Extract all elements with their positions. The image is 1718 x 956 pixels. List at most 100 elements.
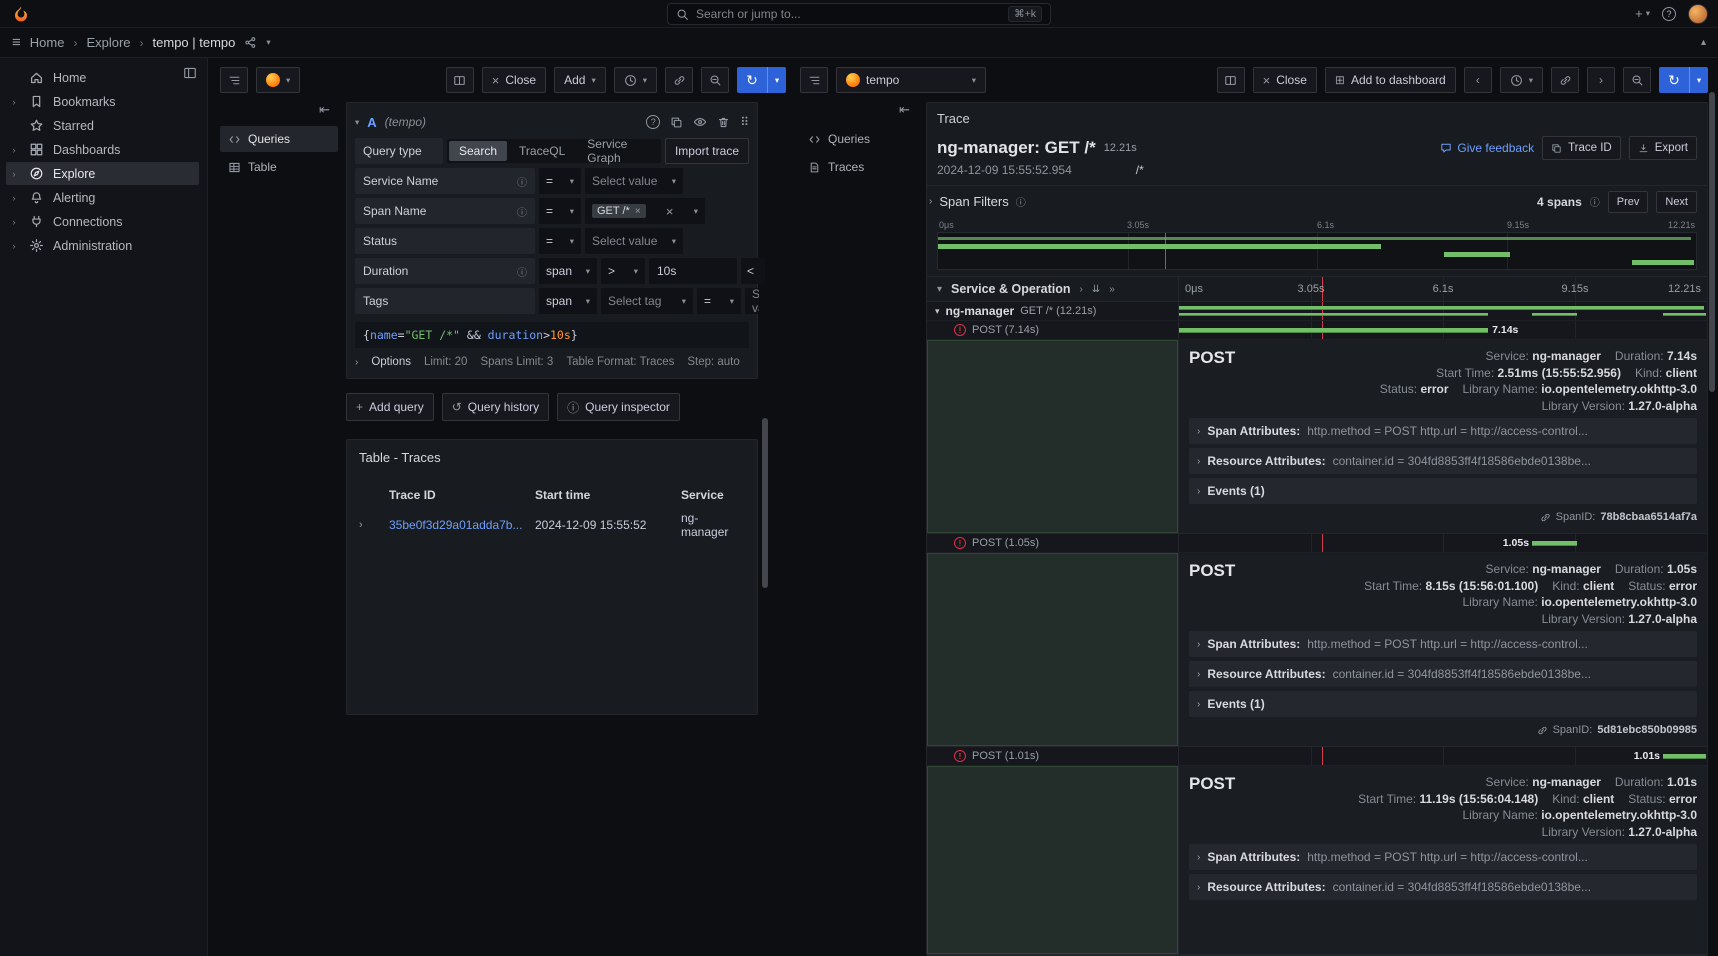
link-icon[interactable]: [1540, 512, 1551, 523]
tags-scope[interactable]: span▾: [539, 288, 597, 314]
span-bar[interactable]: [1532, 541, 1577, 546]
sidebar-item-bookmarks[interactable]: ›Bookmarks: [6, 90, 199, 113]
duplicate-query-icon[interactable]: [670, 116, 683, 129]
help-button[interactable]: ?: [1662, 7, 1676, 21]
shift-time-back-button[interactable]: ‹: [1464, 67, 1492, 93]
sidebar-item-dashboards[interactable]: ›Dashboards: [6, 138, 199, 161]
query-inspector-button[interactable]: ⓘQuery inspector: [557, 393, 680, 421]
dock-menu-icon[interactable]: [183, 66, 197, 80]
span-name-chip[interactable]: GET /*×: [592, 204, 646, 218]
span-row[interactable]: !POST (7.14s) 7.14s: [927, 321, 1707, 340]
give-feedback-link[interactable]: Give feedback: [1440, 141, 1534, 155]
resource-attributes-row[interactable]: ›Resource Attributes:container.id = 304f…: [1189, 874, 1697, 900]
collapse-query-icon[interactable]: ▾: [355, 117, 359, 128]
add-query-button[interactable]: +Add query: [346, 393, 434, 421]
breadcrumb-home[interactable]: Home: [30, 35, 65, 50]
export-button[interactable]: Export: [1629, 136, 1697, 160]
span-row[interactable]: !POST (1.01s) 1.01s: [927, 747, 1707, 766]
span-name-value[interactable]: GET /*× × ▾: [585, 198, 705, 224]
menu-toggle-icon[interactable]: ≡: [12, 34, 21, 51]
span-indent-area[interactable]: [927, 340, 1179, 533]
status-operator[interactable]: =▾: [539, 228, 581, 254]
query-help-icon[interactable]: ?: [646, 115, 660, 129]
status-value[interactable]: Select value▾: [585, 228, 683, 254]
span-filters-bar[interactable]: › Span Filters ⓘ 4 spans ⓘ Prev Next: [927, 185, 1707, 217]
rail-item-table[interactable]: Table: [220, 154, 338, 180]
sidebar-item-connections[interactable]: ›Connections: [6, 210, 199, 233]
remove-query-icon[interactable]: [717, 116, 730, 129]
column-start-time[interactable]: Start time: [535, 488, 681, 502]
span-indent-area[interactable]: [927, 766, 1179, 954]
copy-link-button[interactable]: [665, 67, 693, 93]
copy-link-button[interactable]: [1551, 67, 1579, 93]
close-pane-button[interactable]: ×Close: [482, 67, 546, 93]
collapse-one-icon[interactable]: ▾: [937, 284, 942, 295]
content-outline-button[interactable]: [220, 67, 248, 93]
import-trace-button[interactable]: Import trace: [665, 138, 749, 164]
span-bar[interactable]: [1179, 328, 1488, 333]
collapse-all-icon[interactable]: ⇊: [1092, 284, 1100, 295]
clear-value-icon[interactable]: ×: [666, 204, 674, 219]
collapse-rail-icon[interactable]: ⇤: [899, 102, 910, 118]
duration-operator[interactable]: >▾: [601, 258, 645, 284]
root-span-row[interactable]: ▾ ng-manager GET /* (12.21s): [927, 302, 1707, 321]
service-name-operator[interactable]: =▾: [539, 168, 581, 194]
sidebar-item-explore[interactable]: ›Explore: [6, 162, 199, 185]
user-avatar[interactable]: [1688, 4, 1708, 24]
events-row[interactable]: ›Events (1): [1189, 478, 1697, 504]
split-view-button[interactable]: [446, 67, 474, 93]
sidebar-item-administration[interactable]: ›Administration: [6, 234, 199, 257]
remove-chip-icon[interactable]: ×: [635, 206, 641, 217]
rail-item-queries[interactable]: Queries: [220, 126, 338, 152]
left-pane-scrollbar[interactable]: [762, 418, 768, 588]
tag-value[interactable]: Select va: [745, 288, 759, 314]
add-menu-button[interactable]: Add▾: [554, 67, 606, 93]
breadcrumb-explore[interactable]: Explore: [86, 35, 130, 50]
collapse-toolbar-icon[interactable]: ▴: [1701, 37, 1706, 48]
time-picker-button[interactable]: ▾: [1500, 67, 1543, 93]
query-type-service-graph[interactable]: Service Graph: [577, 141, 659, 161]
link-icon[interactable]: [1537, 725, 1548, 736]
column-service[interactable]: Service: [681, 488, 745, 502]
query-history-button[interactable]: ↺Query history: [442, 393, 549, 421]
content-outline-button[interactable]: [800, 67, 828, 93]
tag-select[interactable]: Select tag▾: [601, 288, 693, 314]
expand-all-icon[interactable]: »: [1109, 284, 1115, 295]
span-attributes-row[interactable]: ›Span Attributes:http.method = POST http…: [1189, 844, 1697, 870]
span-indent-area[interactable]: [927, 553, 1179, 746]
span-attributes-row[interactable]: ›Span Attributes:http.method = POST http…: [1189, 631, 1697, 657]
service-name-value[interactable]: Select value▾: [585, 168, 683, 194]
root-span-bar[interactable]: [1179, 306, 1704, 310]
table-row[interactable]: › 35be0f3d29a01adda7b... 2024-12-09 15:5…: [359, 509, 745, 541]
add-to-dashboard-button[interactable]: ⊞Add to dashboard: [1325, 67, 1456, 93]
next-span-button[interactable]: Next: [1656, 191, 1697, 213]
query-type-traceql[interactable]: TraceQL: [509, 141, 575, 161]
sidebar-item-home[interactable]: Home: [6, 66, 199, 89]
duration-max-operator[interactable]: <: [741, 258, 765, 284]
sidebar-item-alerting[interactable]: ›Alerting: [6, 186, 199, 209]
hide-query-icon[interactable]: [693, 115, 707, 129]
datasource-picker-right[interactable]: tempo▾: [836, 67, 986, 93]
rail-item-traces[interactable]: Traces: [800, 154, 918, 180]
query-type-search[interactable]: Search: [449, 141, 507, 161]
share-icon[interactable]: [244, 36, 257, 49]
search-input[interactable]: [696, 7, 1001, 21]
drag-handle-icon[interactable]: ⠿: [740, 115, 749, 129]
duration-scope[interactable]: span▾: [539, 258, 597, 284]
column-trace-id[interactable]: Trace ID: [389, 488, 535, 502]
prev-span-button[interactable]: Prev: [1608, 191, 1649, 213]
resource-attributes-row[interactable]: ›Resource Attributes:container.id = 304f…: [1189, 661, 1697, 687]
events-row[interactable]: ›Events (1): [1189, 691, 1697, 717]
sidebar-item-starred[interactable]: Starred: [6, 114, 199, 137]
run-query-button[interactable]: ↻▾: [1659, 67, 1708, 93]
app-scrollbar[interactable]: [1709, 92, 1715, 392]
span-name-operator[interactable]: =▾: [539, 198, 581, 224]
shift-time-forward-button[interactable]: ›: [1587, 67, 1615, 93]
run-query-button[interactable]: ↻▾: [737, 67, 786, 93]
span-attributes-row[interactable]: ›Span Attributes:http.method = POST http…: [1189, 418, 1697, 444]
collapse-rail-icon[interactable]: ⇤: [319, 102, 330, 118]
resource-attributes-row[interactable]: ›Resource Attributes:container.id = 304f…: [1189, 448, 1697, 474]
datasource-picker-left[interactable]: ▾: [256, 67, 300, 93]
expand-row-icon[interactable]: ›: [359, 519, 389, 531]
split-view-button[interactable]: [1217, 67, 1245, 93]
